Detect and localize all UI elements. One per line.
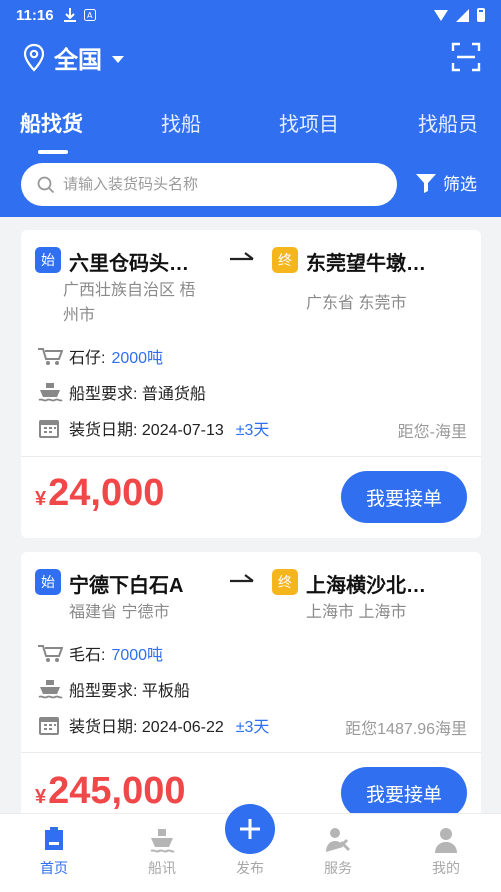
signal-icon — [456, 8, 469, 22]
nav-profile[interactable]: 我的 — [416, 826, 476, 878]
nav-ship-news[interactable]: 船讯 — [132, 826, 192, 878]
cargo-label: 毛石: — [69, 647, 106, 664]
plus-icon — [240, 819, 260, 839]
end-port: 上海横沙北… — [306, 575, 426, 597]
wifi-icon — [434, 9, 448, 21]
location-label: 全国 — [54, 47, 102, 74]
service-icon — [326, 828, 351, 852]
cart-icon — [38, 645, 63, 662]
start-badge: 始 — [35, 569, 61, 595]
start-region: 广西壮族自治区 梧 — [63, 282, 196, 299]
start-port: 六里仓码头… — [69, 253, 189, 275]
order-list: 始 六里仓码头… 终 东莞望牛墩… 广西壮族自治区 梧 州市 广东省 东莞市 石… — [0, 217, 501, 813]
location-pin-icon — [23, 43, 45, 72]
accept-order-button[interactable]: 我要接单 — [341, 471, 467, 523]
nav-profile-label: 我的 — [432, 860, 460, 876]
bottom-nav: 首页 船讯 发布 服务 我的 — [0, 804, 501, 892]
search-icon — [37, 176, 55, 193]
currency-symbol: ¥ — [35, 786, 47, 808]
filter-button[interactable]: 筛选 — [415, 170, 477, 195]
scan-icon[interactable] — [451, 42, 481, 72]
calendar-icon — [39, 717, 59, 735]
end-badge: 终 — [272, 569, 298, 595]
load-date-info: 装货日期: 2024-07-13 ±3天 — [37, 416, 269, 440]
nav-service[interactable]: 服务 — [308, 826, 368, 878]
distance: 距您-海里 — [397, 424, 467, 441]
divider — [21, 752, 481, 753]
svg-text:A: A — [87, 11, 93, 20]
order-card[interactable]: 始 六里仓码头… 终 东莞望牛墩… 广西壮族自治区 梧 州市 广东省 东莞市 石… — [21, 230, 481, 538]
ship-type: 船型要求: 平板船 — [69, 683, 190, 700]
end-badge: 终 — [272, 247, 298, 273]
order-card[interactable]: 始 宁德下白石A 终 上海横沙北… 福建省 宁德市 上海市 上海市 毛石: 70… — [21, 552, 481, 813]
nav-service-label: 服务 — [324, 860, 352, 876]
start-port: 宁德下白石A — [69, 575, 184, 597]
battery-icon — [477, 8, 485, 22]
route-arrow-icon — [230, 574, 254, 583]
tab-ship-find-cargo[interactable]: 船找货 — [20, 108, 83, 138]
load-date: 装货日期: 2024-06-22 — [69, 719, 224, 736]
date-range: ±3天 — [235, 719, 270, 736]
cart-icon — [38, 348, 63, 365]
ship-icon — [38, 680, 63, 699]
end-region: 广东省 东莞市 — [306, 295, 407, 312]
filter-label: 筛选 — [443, 175, 477, 194]
nav-home-label: 首页 — [40, 860, 68, 876]
location-selector[interactable]: 全国 — [22, 40, 124, 75]
load-date: 装货日期: 2024-07-13 — [69, 422, 224, 439]
price-amount: 24,000 — [48, 472, 165, 514]
load-date-info: 装货日期: 2024-06-22 ±3天 — [37, 713, 269, 737]
status-bar: 11:16 A — [0, 0, 501, 30]
nav-publish-label: 发布 — [236, 860, 264, 876]
tab-find-crew[interactable]: 找船员 — [418, 108, 478, 137]
ship-type-info: 船型要求: 普通货船 — [37, 380, 206, 404]
route-arrow-icon — [230, 252, 254, 261]
ship-type-info: 船型要求: 平板船 — [37, 677, 190, 701]
ship-icon — [38, 383, 63, 402]
divider — [21, 456, 481, 457]
start-badge: 始 — [35, 247, 61, 273]
start-region: 福建省 宁德市 — [69, 604, 170, 621]
ship-icon — [150, 829, 175, 853]
currency-symbol: ¥ — [35, 488, 47, 510]
price-amount: 245,000 — [48, 770, 186, 812]
accept-order-button[interactable]: 我要接单 — [341, 767, 467, 813]
search-bar[interactable] — [21, 163, 397, 206]
status-time: 11:16 — [16, 6, 54, 24]
calendar-icon — [39, 420, 59, 438]
start-region-line2: 州市 — [63, 307, 96, 324]
active-tab-indicator — [38, 150, 68, 154]
cargo-label: 石仔: — [69, 350, 106, 367]
price: ¥ 24,000 — [35, 472, 164, 515]
filter-icon — [416, 173, 436, 193]
search-input[interactable] — [63, 176, 363, 193]
header: 全国 船找货 找船 找项目 找船员 筛选 — [0, 30, 501, 217]
nav-home[interactable]: 首页 — [24, 826, 84, 878]
profile-icon — [435, 828, 457, 853]
cargo-info: 毛石: 7000吨 — [37, 641, 163, 665]
date-range: ±3天 — [235, 422, 270, 439]
cargo-amount: 7000吨 — [111, 647, 164, 664]
cargo-info: 石仔: 2000吨 — [37, 344, 163, 368]
cargo-amount: 2000吨 — [111, 350, 164, 367]
category-tabs: 船找货 找船 找项目 找船员 — [0, 108, 501, 154]
nav-ship-news-label: 船讯 — [148, 860, 176, 876]
chevron-down-icon — [112, 55, 124, 63]
ship-type: 船型要求: 普通货船 — [69, 386, 206, 403]
download-icon — [63, 8, 76, 22]
app-notification-icon: A — [83, 9, 96, 21]
distance: 距您1487.96海里 — [345, 721, 467, 738]
tab-find-project[interactable]: 找项目 — [279, 108, 339, 137]
publish-button[interactable] — [225, 804, 275, 854]
end-region: 上海市 上海市 — [306, 604, 407, 621]
price: ¥ 245,000 — [35, 770, 186, 813]
home-icon — [45, 827, 63, 850]
tab-find-ship[interactable]: 找船 — [161, 108, 201, 137]
end-port: 东莞望牛墩… — [306, 253, 426, 275]
